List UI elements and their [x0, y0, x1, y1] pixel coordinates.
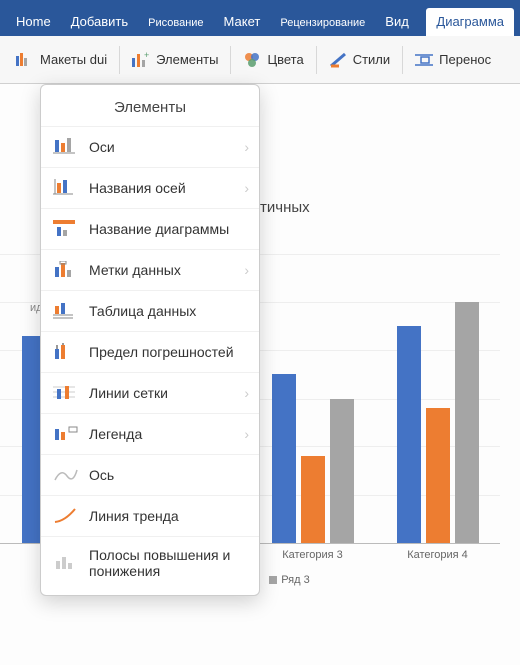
elements-item-label: Линия тренда [89, 508, 179, 524]
bar-series-1 [272, 374, 296, 543]
elements-item-label: Оси [89, 139, 115, 155]
chevron-right-icon: › [244, 426, 249, 442]
elements-item-icon [53, 553, 79, 573]
chevron-right-icon: › [244, 139, 249, 155]
elements-item-icon [53, 506, 79, 526]
tab-view[interactable]: Вид [375, 8, 419, 36]
elements-item-3[interactable]: Метки данных › [41, 249, 259, 290]
wrap-icon [415, 51, 433, 69]
ribbon-elements-label: Элементы [156, 52, 218, 67]
elements-dropdown-title: Элементы [41, 85, 259, 126]
x-label: Категория 4 [375, 549, 500, 561]
elements-item-icon [53, 301, 79, 321]
separator [316, 46, 317, 74]
elements-item-label: Линии сетки [89, 385, 168, 401]
elements-item-icon [53, 465, 79, 485]
elements-item-label: Предел погрешностей [89, 344, 234, 360]
tab-chart[interactable]: Диаграмма [426, 8, 514, 36]
separator [230, 46, 231, 74]
elements-item-10[interactable]: Полосы повышения и понижения [41, 536, 259, 589]
chevron-right-icon: › [244, 385, 249, 401]
tab-review[interactable]: Рецензирование [270, 11, 375, 36]
ribbon-layouts-button[interactable]: Макеты dui [6, 45, 117, 75]
styles-icon [329, 51, 347, 69]
elements-icon: + [132, 51, 150, 69]
separator [119, 46, 120, 74]
elements-item-7[interactable]: Легенда › [41, 413, 259, 454]
elements-item-icon [53, 260, 79, 280]
layouts-icon [16, 51, 34, 69]
ribbon: Макеты dui + Элементы Цвета Стили Перено… [0, 36, 520, 84]
bar-group [375, 254, 500, 543]
elements-item-icon [53, 424, 79, 444]
ribbon-styles-button[interactable]: Стили [319, 45, 400, 75]
elements-item-icon [53, 178, 79, 198]
elements-item-4[interactable]: Таблица данных [41, 290, 259, 331]
elements-item-label: Название диаграммы [89, 221, 229, 237]
ribbon-colors-button[interactable]: Цвета [233, 45, 313, 75]
elements-item-label: Метки данных [89, 262, 181, 278]
tab-layout[interactable]: Макет [214, 8, 271, 36]
svg-text:+: + [144, 52, 149, 60]
bar-series-3 [330, 399, 354, 544]
elements-item-8[interactable]: Ось [41, 454, 259, 495]
elements-item-label: Ось [89, 467, 114, 483]
elements-item-0[interactable]: Оси › [41, 126, 259, 167]
chart-legend-fragment: 2 Ряд 3 [250, 574, 320, 587]
elements-item-icon [53, 342, 79, 362]
elements-item-label: Названия осей [89, 180, 186, 196]
ribbon-colors-label: Цвета [267, 52, 303, 67]
elements-item-9[interactable]: Линия тренда [41, 495, 259, 536]
bar-series-2 [301, 456, 325, 543]
elements-item-label: Таблица данных [89, 303, 196, 319]
elements-item-6[interactable]: Линии сетки › [41, 372, 259, 413]
elements-item-label: Легенда [89, 426, 142, 442]
elements-item-1[interactable]: Названия осей › [41, 167, 259, 208]
chevron-right-icon: › [244, 180, 249, 196]
elements-item-icon [53, 383, 79, 403]
x-label: Категория 3 [250, 549, 375, 561]
elements-item-5[interactable]: Предел погрешностей [41, 331, 259, 372]
colors-icon [243, 51, 261, 69]
ribbon-layouts-label: Макеты dui [40, 52, 107, 67]
ribbon-styles-label: Стили [353, 52, 390, 67]
tab-draw[interactable]: Рисование [138, 11, 213, 36]
bar-series-2 [426, 408, 450, 543]
bar-group [250, 254, 375, 543]
ribbon-wrap-button[interactable]: Перенос [405, 45, 501, 75]
bar-series-3 [455, 302, 479, 543]
separator [402, 46, 403, 74]
elements-item-label: Полосы повышения и понижения [89, 547, 247, 579]
tab-home[interactable]: Home [6, 8, 61, 36]
bar-series-1 [397, 326, 421, 543]
elements-dropdown: Элементы Оси › Названия осей › Название диаг… [40, 84, 260, 596]
ribbon-elements-button[interactable]: + Элементы [122, 45, 228, 75]
elements-item-2[interactable]: Название диаграммы [41, 208, 259, 249]
ribbon-wrap-label: Перенос [439, 52, 491, 67]
tab-insert[interactable]: Добавить [61, 8, 138, 36]
chevron-right-icon: › [244, 262, 249, 278]
elements-item-icon [53, 219, 79, 239]
content-area: тичных иден Cat Категория 3 Категория 4 … [0, 84, 520, 665]
chart-title-fragment: тичных [260, 199, 310, 216]
elements-item-icon [53, 137, 79, 157]
tab-bar: Home Добавить Рисование Макет Рецензиров… [0, 0, 520, 36]
